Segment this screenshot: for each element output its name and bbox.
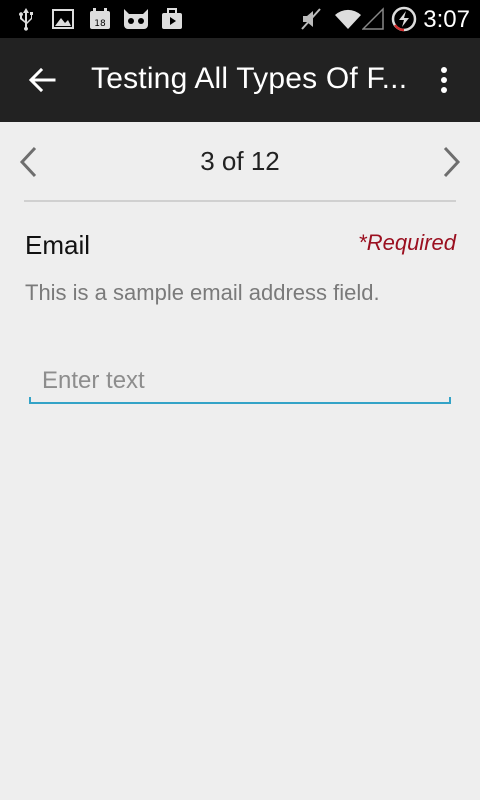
media-icon	[160, 7, 184, 31]
signal-icon	[362, 7, 384, 31]
usb-icon	[16, 7, 36, 31]
email-field-container	[29, 360, 451, 406]
page-title: Testing All Types Of F...	[91, 62, 408, 95]
previous-button[interactable]	[10, 140, 46, 184]
page-counter: 3 of 12	[200, 146, 280, 176]
required-indicator: *Required	[358, 230, 456, 255]
input-underline	[29, 397, 451, 404]
app-bar: Testing All Types Of F...	[0, 38, 480, 122]
field-label: Email	[25, 230, 91, 260]
chevron-left-icon	[19, 146, 37, 178]
divider	[24, 200, 456, 202]
more-vert-icon	[441, 67, 447, 93]
wifi-icon	[334, 7, 362, 31]
gallery-icon	[52, 7, 74, 31]
email-input[interactable]	[29, 360, 451, 402]
question-pager: 3 of 12	[0, 122, 480, 202]
clock: 3:07	[423, 6, 470, 33]
chevron-right-icon	[443, 146, 461, 178]
field-description: This is a sample email address field.	[25, 280, 380, 305]
status-bar: 18 3:07	[0, 0, 480, 38]
calendar-icon: 18	[88, 7, 112, 31]
arrow-back-icon	[28, 67, 56, 93]
battery-charging-icon	[391, 6, 417, 32]
cyanogenmod-icon	[120, 7, 152, 31]
mute-icon	[300, 7, 322, 31]
svg-text:18: 18	[94, 19, 106, 29]
overflow-menu-button[interactable]	[424, 60, 464, 100]
next-button[interactable]	[434, 140, 470, 184]
back-button[interactable]	[22, 60, 62, 100]
